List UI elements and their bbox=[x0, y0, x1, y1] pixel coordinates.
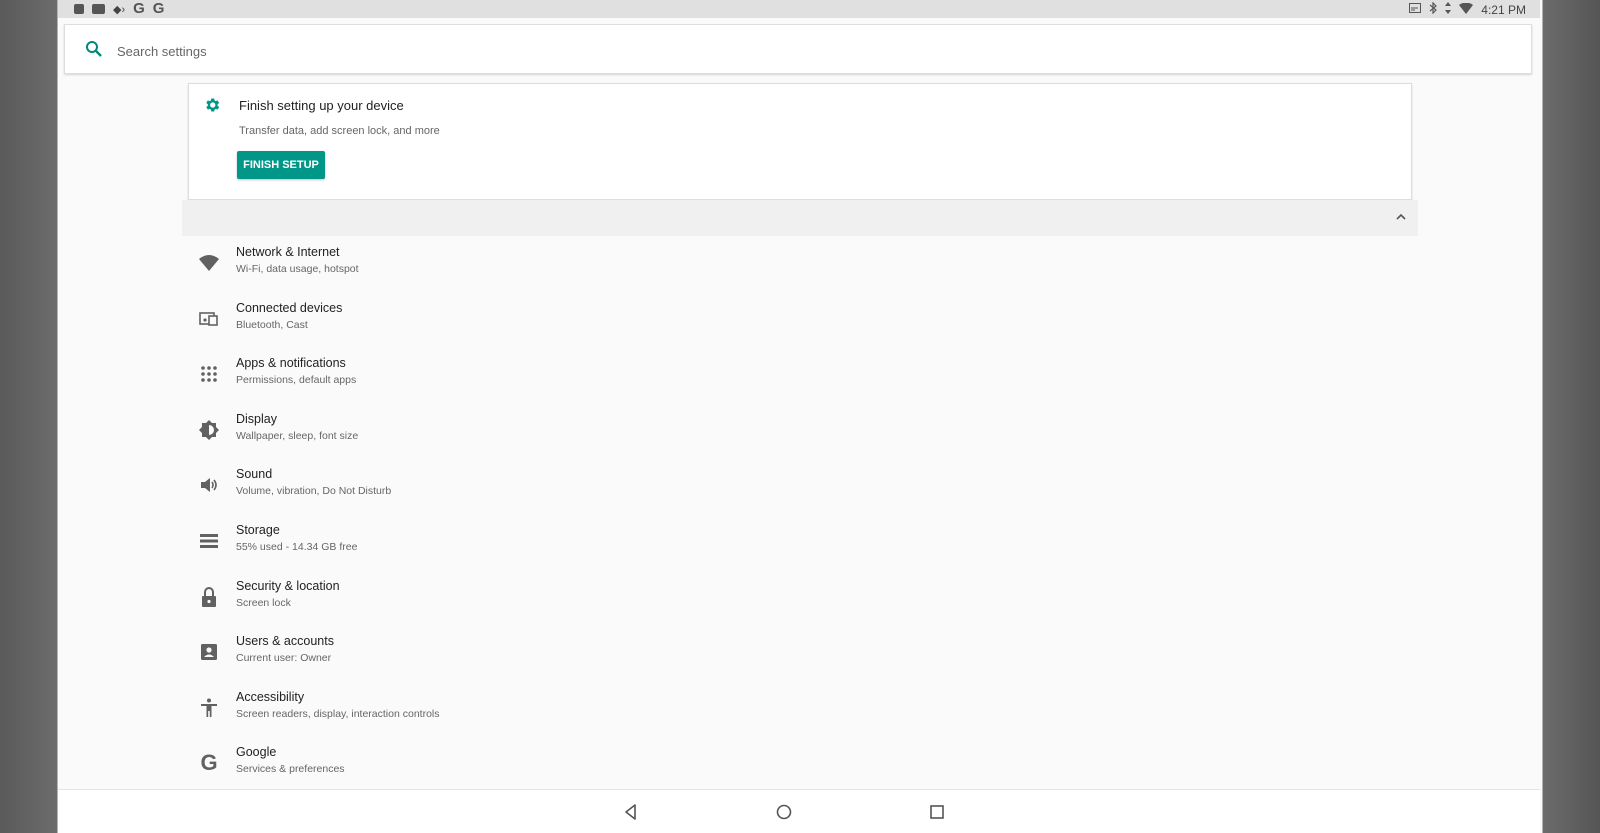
gear-icon bbox=[203, 96, 221, 114]
search-input[interactable] bbox=[115, 35, 719, 67]
navigation-bar bbox=[58, 789, 1540, 833]
settings-item-network[interactable]: Network & Internet Wi-Fi, data usage, ho… bbox=[182, 236, 1418, 292]
notification-icon bbox=[74, 4, 84, 14]
settings-item-accessibility[interactable]: Accessibility Screen readers, display, i… bbox=[182, 681, 1418, 737]
settings-item-security[interactable]: Security & location Screen lock bbox=[182, 570, 1418, 626]
recents-icon[interactable] bbox=[927, 802, 947, 822]
settings-item-subtitle: Volume, vibration, Do Not Disturb bbox=[236, 485, 392, 498]
back-icon[interactable] bbox=[621, 802, 641, 822]
google-g-icon: G bbox=[152, 0, 165, 17]
status-bar-system: 4:21 PM bbox=[1409, 1, 1526, 17]
setup-card-subtitle: Transfer data, add screen lock, and more bbox=[239, 125, 440, 137]
volume-icon bbox=[198, 474, 220, 496]
suggestions-collapse-bar[interactable] bbox=[182, 200, 1418, 236]
chevron-up-icon[interactable] bbox=[1394, 210, 1408, 224]
lock-icon bbox=[198, 586, 220, 608]
data-icon bbox=[1445, 2, 1452, 17]
settings-item-connected-devices[interactable]: Connected devices Bluetooth, Cast bbox=[182, 292, 1418, 348]
settings-item-storage[interactable]: Storage 55% used - 14.34 GB free bbox=[182, 514, 1418, 570]
settings-item-subtitle: Wi-Fi, data usage, hotspot bbox=[236, 263, 359, 275]
settings-list: Network & Internet Wi-Fi, data usage, ho… bbox=[182, 236, 1418, 792]
storage-icon bbox=[198, 530, 220, 552]
wifi-icon bbox=[1459, 2, 1474, 17]
settings-item-subtitle: Wallpaper, sleep, font size bbox=[236, 429, 359, 442]
settings-item-sound[interactable]: Sound Volume, vibration, Do Not Disturb bbox=[182, 458, 1418, 514]
settings-item-subtitle: Bluetooth, Cast bbox=[236, 318, 308, 331]
transfer-icon: ◆› bbox=[113, 3, 126, 16]
settings-item-subtitle: Permissions, default apps bbox=[236, 374, 357, 387]
settings-item-title: Google bbox=[236, 745, 277, 760]
brightness-icon bbox=[198, 419, 220, 441]
finish-setup-button[interactable]: FINISH SETUP bbox=[237, 151, 325, 179]
status-bar-notifications: ◆› G G bbox=[74, 0, 165, 17]
settings-item-title: Storage bbox=[236, 522, 280, 537]
settings-item-google[interactable]: G Google Services & preferences bbox=[182, 736, 1418, 792]
settings-item-subtitle: Services & preferences bbox=[236, 763, 345, 776]
settings-item-apps[interactable]: Apps & notifications Permissions, defaul… bbox=[182, 347, 1418, 403]
settings-item-subtitle: 55% used - 14.34 GB free bbox=[236, 540, 358, 553]
settings-item-title: Sound bbox=[236, 467, 273, 482]
wifi-icon bbox=[198, 252, 220, 274]
settings-item-title: Network & Internet bbox=[236, 245, 340, 259]
devices-icon bbox=[198, 308, 220, 330]
settings-item-users[interactable]: Users & accounts Current user: Owner bbox=[182, 625, 1418, 681]
cast-icon bbox=[1409, 2, 1422, 17]
search-bar[interactable] bbox=[64, 24, 1532, 74]
settings-item-title: Apps & notifications bbox=[236, 356, 346, 371]
apps-grid-icon bbox=[198, 363, 220, 385]
settings-item-display[interactable]: Display Wallpaper, sleep, font size bbox=[182, 403, 1418, 459]
settings-item-subtitle: Screen readers, display, interaction con… bbox=[236, 707, 440, 720]
android-screen: ◆› G G 4:21 PM Search settings Finish se… bbox=[58, 0, 1540, 833]
mail-icon bbox=[92, 4, 105, 14]
settings-item-title: Accessibility bbox=[236, 689, 305, 704]
bluetooth-icon bbox=[1429, 1, 1438, 17]
settings-item-subtitle: Screen lock bbox=[236, 596, 291, 609]
settings-item-title: Display bbox=[236, 411, 277, 426]
account-icon bbox=[198, 641, 220, 663]
google-g-icon: G bbox=[133, 0, 145, 17]
setup-suggestion-card: Finish setting up your device Transfer d… bbox=[188, 83, 1412, 200]
home-icon[interactable] bbox=[774, 802, 794, 822]
settings-item-title: Users & accounts bbox=[236, 634, 334, 649]
accessibility-icon bbox=[198, 697, 220, 719]
settings-item-title: Connected devices bbox=[236, 300, 343, 315]
status-bar: ◆› G G 4:21 PM bbox=[58, 0, 1540, 18]
google-icon: G bbox=[200, 750, 218, 776]
status-time: 4:21 PM bbox=[1481, 2, 1526, 17]
search-icon[interactable] bbox=[85, 40, 103, 58]
settings-item-subtitle: Current user: Owner bbox=[236, 652, 332, 665]
settings-item-title: Security & location bbox=[236, 578, 340, 593]
setup-card-title: Finish setting up your device bbox=[239, 98, 404, 113]
